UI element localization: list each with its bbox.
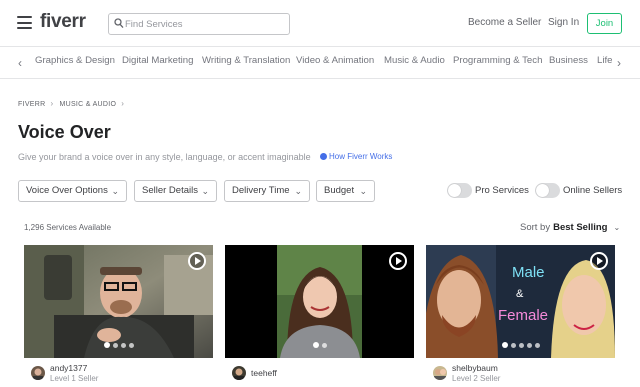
chevron-down-icon: ⌄ bbox=[359, 186, 367, 196]
chevron-down-icon: ⌄ bbox=[111, 186, 119, 196]
search-icon bbox=[114, 18, 124, 29]
page-title: Voice Over bbox=[18, 122, 111, 142]
breadcrumb-category[interactable]: MUSIC & AUDIO bbox=[59, 101, 116, 108]
category-music-audio[interactable]: Music & Audio bbox=[384, 55, 445, 66]
category-digital-marketing[interactable]: Digital Marketing bbox=[122, 55, 193, 66]
how-fiverr-works-label: How Fiverr Works bbox=[329, 152, 393, 161]
category-programming-tech[interactable]: Programming & Tech bbox=[453, 55, 542, 66]
sort-value: Best Selling bbox=[553, 222, 608, 233]
gig-thumbnail[interactable] bbox=[225, 245, 414, 358]
category-business[interactable]: Business bbox=[549, 55, 588, 66]
join-button[interactable]: Join bbox=[587, 13, 622, 34]
how-fiverr-works-link[interactable]: How Fiverr Works bbox=[320, 152, 392, 161]
pro-services-label: Pro Services bbox=[475, 185, 529, 196]
image-carousel-dots[interactable] bbox=[426, 335, 615, 353]
filter-voice-over-options[interactable]: Voice Over Options ⌄ bbox=[18, 180, 127, 202]
avatar[interactable] bbox=[433, 366, 447, 380]
hamburger-menu-icon[interactable] bbox=[17, 16, 32, 29]
gig-thumbnail[interactable]: Male & Female bbox=[426, 245, 615, 358]
top-header: fiverr Become a Seller Sign In Join bbox=[0, 0, 640, 47]
image-carousel-dots[interactable] bbox=[24, 335, 213, 353]
thumb-text-ampersand: & bbox=[516, 288, 524, 300]
avatar[interactable] bbox=[31, 366, 45, 380]
breadcrumb: FIVERR › MUSIC & AUDIO › bbox=[18, 99, 130, 108]
seller-level: Level 1 Seller bbox=[50, 374, 99, 383]
search-box[interactable] bbox=[108, 13, 290, 35]
category-nav: ‹ Graphics & Design Digital Marketing Wr… bbox=[0, 47, 640, 79]
gig-card[interactable]: andy1377 Level 1 Seller bbox=[24, 245, 213, 387]
page-subtitle: Give your brand a voice over in any styl… bbox=[18, 152, 311, 162]
online-sellers-label: Online Sellers bbox=[563, 185, 623, 196]
search-input[interactable] bbox=[125, 16, 285, 32]
image-carousel-dots[interactable] bbox=[225, 335, 414, 353]
online-sellers-toggle[interactable] bbox=[535, 183, 560, 198]
fiverr-logo[interactable]: fiverr bbox=[40, 11, 86, 33]
seller-name[interactable]: andy1377 bbox=[50, 363, 87, 373]
thumb-text-female: Female bbox=[498, 307, 548, 324]
chevron-down-icon: ⌄ bbox=[294, 186, 302, 196]
play-button-icon[interactable] bbox=[188, 252, 206, 270]
seller-name[interactable]: shelbybaum bbox=[452, 363, 498, 373]
filter-label: Budget bbox=[324, 185, 355, 196]
category-graphics-design[interactable]: Graphics & Design bbox=[35, 55, 115, 66]
avatar[interactable] bbox=[232, 366, 246, 380]
chevron-left-icon[interactable]: ‹ bbox=[18, 56, 22, 70]
seller-level: Level 2 Seller bbox=[452, 374, 501, 383]
seller-name[interactable]: teeheff bbox=[251, 368, 277, 378]
pro-services-toggle[interactable] bbox=[447, 183, 472, 198]
results-count: 1,296 Services Available bbox=[24, 223, 112, 232]
chevron-right-icon: › bbox=[121, 99, 125, 108]
filter-label: Voice Over Options bbox=[26, 185, 108, 196]
filter-budget[interactable]: Budget ⌄ bbox=[316, 180, 375, 202]
gig-card[interactable]: teeheff bbox=[225, 245, 414, 387]
filter-label: Seller Details bbox=[142, 185, 198, 196]
chevron-right-icon[interactable]: › bbox=[617, 56, 621, 70]
filter-label: Delivery Time bbox=[232, 185, 290, 196]
sort-label: Sort by bbox=[520, 222, 551, 233]
chevron-down-icon: ⌄ bbox=[201, 186, 209, 196]
filter-seller-details[interactable]: Seller Details ⌄ bbox=[134, 180, 217, 202]
gig-thumbnail[interactable] bbox=[24, 245, 213, 358]
category-lifestyle[interactable]: Life bbox=[597, 55, 612, 66]
thumb-text-male: Male bbox=[512, 264, 545, 281]
category-video-animation[interactable]: Video & Animation bbox=[296, 55, 374, 66]
play-circle-icon bbox=[320, 153, 327, 160]
category-writing-translation[interactable]: Writing & Translation bbox=[202, 55, 290, 66]
play-button-icon[interactable] bbox=[590, 252, 608, 270]
filter-delivery-time[interactable]: Delivery Time ⌄ bbox=[224, 180, 310, 202]
sign-in-link[interactable]: Sign In bbox=[548, 17, 579, 28]
gig-card[interactable]: Male & Female shelbybaum Level 2 Seller bbox=[426, 245, 615, 387]
chevron-right-icon: › bbox=[50, 99, 54, 108]
breadcrumb-home[interactable]: FIVERR bbox=[18, 101, 45, 108]
become-seller-link[interactable]: Become a Seller bbox=[468, 17, 541, 28]
chevron-down-icon: ⌄ bbox=[613, 223, 621, 232]
sort-dropdown[interactable]: Sort by Best Selling ⌄ bbox=[520, 222, 620, 233]
play-button-icon[interactable] bbox=[389, 252, 407, 270]
